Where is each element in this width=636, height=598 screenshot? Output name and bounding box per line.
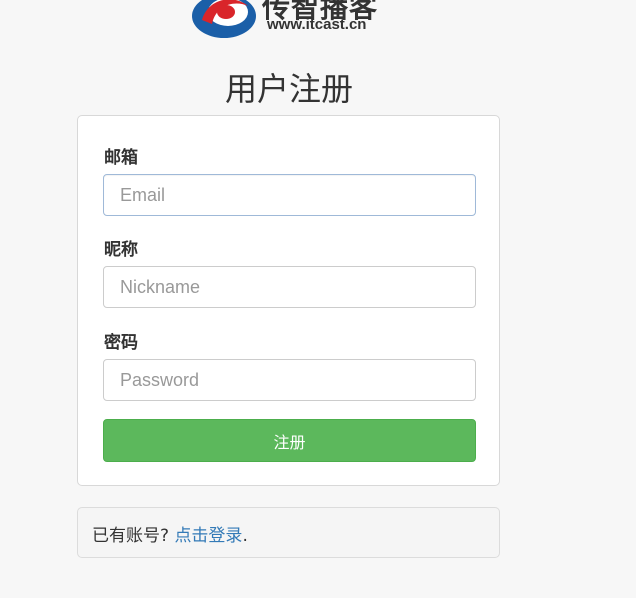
nickname-field[interactable] [103, 266, 476, 308]
email-field[interactable] [103, 174, 476, 216]
site-logo: 传智播客 www.itcast.cn [186, 0, 386, 42]
password-field[interactable] [103, 359, 476, 401]
email-label: 邮箱 [104, 148, 138, 168]
nickname-label: 昵称 [104, 240, 138, 260]
login-prompt: 已有账号? 点击登录. [77, 507, 500, 558]
register-button[interactable]: 注册 [103, 419, 476, 462]
itcast-logo-icon [192, 0, 256, 38]
login-prompt-text: 已有账号? [92, 526, 170, 546]
page-title: 用户注册 [224, 70, 353, 108]
logo-url-text: www.itcast.cn [267, 16, 367, 33]
register-form-panel: 邮箱 昵称 密码 注册 [77, 115, 500, 486]
login-link[interactable]: 点击登录 [174, 526, 242, 546]
login-prompt-suffix: . [242, 526, 248, 546]
password-label: 密码 [104, 333, 138, 353]
